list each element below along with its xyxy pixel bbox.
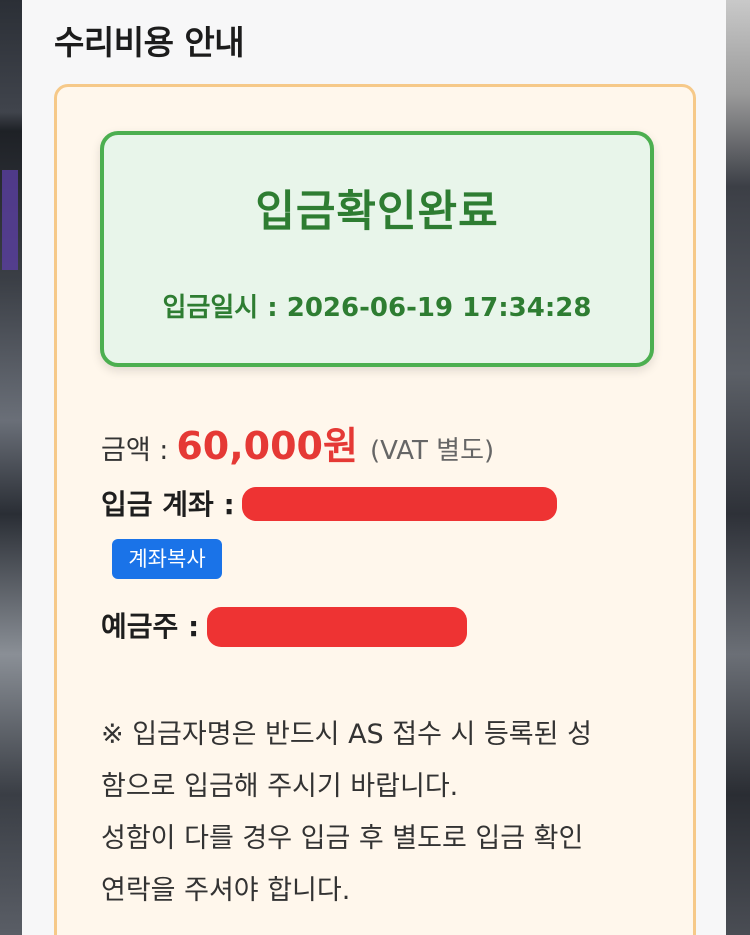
amount-label: 금액 : (101, 435, 169, 466)
notice-line: 연락을 주셔야 합니다. (101, 875, 351, 906)
background-right (726, 0, 750, 935)
background-blur-shape (2, 170, 18, 270)
payment-status-title: 입금확인완료 (255, 187, 499, 237)
repair-cost-panel: 수리비용 안내 입금확인완료 입금일시 : 2026-06-19 17:34:2… (22, 0, 726, 935)
redacted-account-number (242, 487, 557, 521)
notice-line: 함으로 입금해 주시기 바랍니다. (101, 771, 459, 802)
account-holder-label: 예금주 : (101, 610, 200, 643)
page-title: 수리비용 안내 (54, 23, 245, 62)
background-left (0, 0, 22, 935)
copy-account-button[interactable]: 계좌복사 (112, 539, 222, 579)
payment-card: 입금확인완료 입금일시 : 2026-06-19 17:34:28 금액 : 6… (54, 84, 696, 935)
vat-note: (VAT 별도) (369, 436, 495, 466)
notice-line: 성함이 다를 경우 입금 후 별도로 입금 확인 (101, 823, 584, 854)
account-label: 입금 계좌 : (101, 488, 235, 521)
payment-status-box: 입금확인완료 입금일시 : 2026-06-19 17:34:28 (100, 131, 654, 367)
amount-row: 금액 : 60,000원 (VAT 별도) (101, 415, 494, 470)
deposit-notice: ※ 입금자명은 반드시 AS 접수 시 등록된 성 함으로 입금해 주시기 바랍… (101, 709, 661, 917)
amount-value: 60,000원 (176, 424, 358, 468)
payment-date: 입금일시 : 2026-06-19 17:34:28 (162, 293, 592, 323)
redacted-account-holder (207, 607, 467, 647)
notice-line: ※ 입금자명은 반드시 AS 접수 시 등록된 성 (101, 719, 592, 750)
